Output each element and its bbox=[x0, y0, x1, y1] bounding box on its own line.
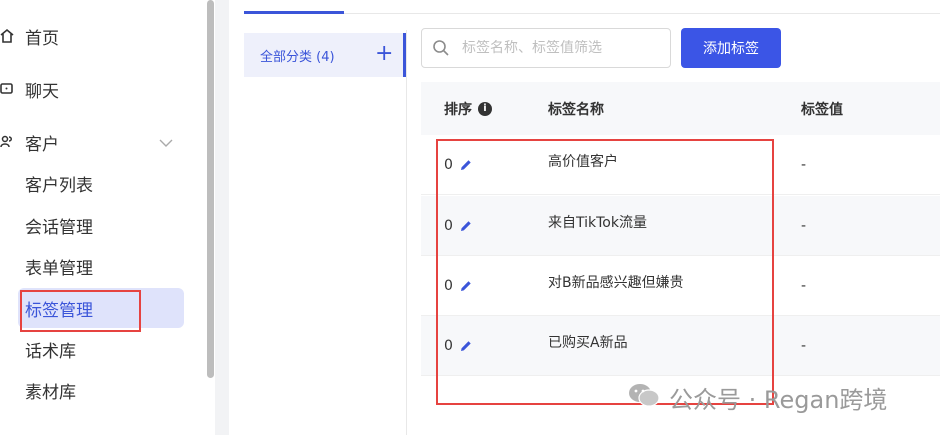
sidebar-subitem-session-management[interactable]: 会话管理 bbox=[25, 205, 93, 245]
chat-icon bbox=[0, 81, 20, 97]
customers-icon bbox=[0, 134, 20, 150]
row-value: - bbox=[801, 278, 807, 294]
sidebar-subitem-form-management[interactable]: 表单管理 bbox=[25, 246, 93, 286]
sidebar-subitem-material-library[interactable]: 素材库 bbox=[25, 370, 76, 410]
search-box bbox=[421, 28, 671, 68]
watermark: 公众号 · Regan跨境 bbox=[627, 380, 887, 415]
row-value: - bbox=[801, 338, 807, 354]
row-value: - bbox=[801, 157, 807, 173]
add-tag-button[interactable]: 添加标签 bbox=[681, 28, 781, 68]
sidebar-scrollbar[interactable] bbox=[207, 0, 214, 378]
annotation-box bbox=[436, 139, 774, 405]
home-icon bbox=[0, 28, 20, 44]
annotation-box bbox=[20, 290, 141, 332]
sidebar-subitem-script-library[interactable]: 话术库 bbox=[25, 329, 76, 369]
search-icon bbox=[432, 39, 450, 57]
column-header-name: 标签名称 bbox=[548, 101, 604, 118]
row-value: - bbox=[801, 218, 807, 234]
tab-divider bbox=[344, 13, 940, 14]
info-icon[interactable]: i bbox=[478, 101, 492, 116]
column-header-value: 标签值 bbox=[801, 101, 843, 118]
column-header-order-label: 排序 bbox=[444, 101, 472, 118]
search-input[interactable] bbox=[462, 40, 662, 56]
watermark-text: 公众号 · Regan跨境 bbox=[669, 386, 888, 414]
sidebar-item-label: 首页 bbox=[25, 28, 59, 49]
sidebar-item-home[interactable]: 首页 bbox=[0, 16, 59, 56]
chevron-down-icon[interactable] bbox=[158, 135, 174, 151]
sidebar-item-chat[interactable]: 聊天 bbox=[0, 69, 59, 109]
table-header: 排序 i 标签名称 标签值 bbox=[421, 82, 940, 135]
wechat-icon bbox=[627, 381, 661, 415]
category-all-label: 全部分类 (4) bbox=[260, 49, 335, 65]
add-category-icon[interactable]: + bbox=[375, 43, 393, 65]
sidebar-item-label: 客户 bbox=[25, 134, 59, 155]
sidebar-subitem-customer-list[interactable]: 客户列表 bbox=[25, 163, 93, 203]
active-tab-indicator bbox=[244, 11, 344, 14]
column-header-order: 排序 i bbox=[444, 82, 492, 135]
sidebar-item-label: 聊天 bbox=[25, 81, 59, 102]
sidebar: 首页 聊天 客户 客户列表 会话管理 表单管理 标签管理 话术库 素材库 bbox=[0, 0, 215, 435]
sidebar-item-customers[interactable]: 客户 bbox=[0, 122, 59, 162]
category-divider bbox=[406, 30, 407, 435]
